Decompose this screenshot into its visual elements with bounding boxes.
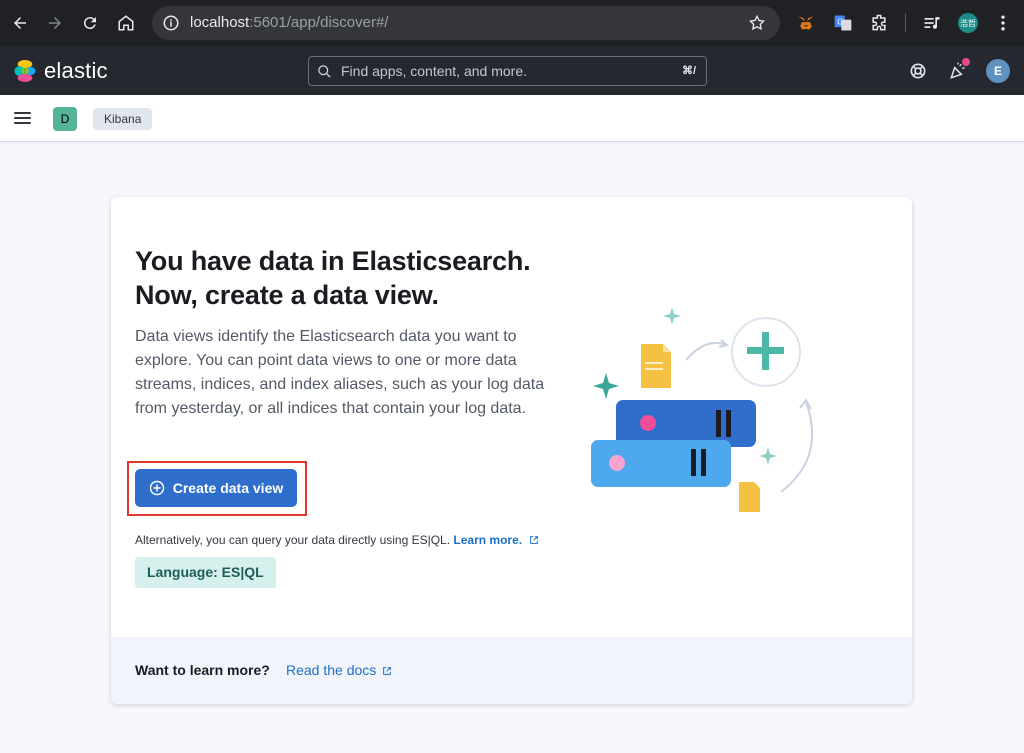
title-line-2: Now, create a data view. [135, 280, 439, 310]
elastic-logo[interactable]: elastic [12, 58, 108, 84]
global-search[interactable]: ⌘/ [308, 56, 707, 86]
create-data-view-label: Create data view [172, 480, 284, 496]
read-docs-link[interactable]: Read the docs [286, 662, 392, 678]
arrow-left-icon [14, 17, 26, 29]
footer-question: Want to learn more? [135, 662, 270, 678]
page-title: You have data in Elasticsearch. Now, cre… [135, 244, 565, 312]
breadcrumb-kibana[interactable]: Kibana [93, 108, 153, 130]
user-avatar[interactable]: E [986, 59, 1010, 83]
menu-bar-icon [14, 122, 31, 124]
reload-icon [83, 17, 96, 30]
read-docs-label: Read the docs [286, 662, 377, 678]
browser-profile-avatar[interactable]: 浩哲 [958, 13, 978, 33]
alternative-label: Alternatively, you can query your data d… [135, 533, 451, 547]
info-icon[interactable] [162, 14, 180, 32]
create-data-view-button[interactable]: Create data view [135, 469, 297, 507]
metamask-extension-icon[interactable] [795, 12, 817, 34]
home-icon [118, 15, 134, 31]
toolbar-divider [905, 14, 906, 32]
notification-dot [962, 58, 970, 66]
svg-text:G: G [837, 18, 843, 27]
plus-circle-icon [149, 480, 164, 496]
search-input[interactable] [341, 61, 661, 81]
back-button[interactable] [6, 9, 34, 37]
extensions-puzzle-icon[interactable] [868, 12, 890, 34]
title-line-1: You have data in Elasticsearch. [135, 246, 531, 276]
menu-toggle-button[interactable] [14, 109, 36, 129]
description-text: Data views identify the Elasticsearch da… [135, 328, 545, 417]
more-vertical-icon[interactable] [992, 12, 1014, 34]
browser-toolbar: localhost:5601/app/discover#/ G 浩哲 [0, 0, 1024, 46]
search-shortcut-hint: ⌘/ [681, 65, 696, 77]
reload-button[interactable] [76, 9, 104, 37]
bookmark-star-icon[interactable] [748, 14, 766, 32]
logo-text: elastic [44, 58, 108, 83]
help-lifebuoy-icon[interactable] [908, 61, 928, 81]
menu-bar-icon [14, 117, 31, 119]
url-text[interactable]: localhost:5601/app/discover#/ [190, 14, 388, 31]
arrow-right-icon [49, 17, 61, 29]
external-link-icon [530, 536, 539, 544]
translate-extension-icon[interactable]: G [832, 12, 854, 34]
language-esql-badge[interactable]: Language: ES|QL [135, 557, 276, 588]
data-view-illustration-icon [591, 307, 814, 512]
menu-bar-icon [14, 112, 31, 114]
esql-alternative-text: Alternatively, you can query your data d… [135, 533, 539, 547]
search-icon [318, 65, 331, 78]
url-host: localhost [190, 14, 250, 31]
forward-button[interactable] [41, 9, 69, 37]
kibana-subheader: D Kibana [0, 95, 1024, 142]
learn-more-footer: Want to learn more? Read the docs [111, 637, 912, 704]
learn-more-link[interactable]: Learn more. [453, 533, 522, 547]
home-button[interactable] [112, 9, 140, 37]
address-bar[interactable]: localhost:5601/app/discover#/ [152, 6, 780, 40]
external-link-icon [383, 667, 392, 675]
media-controls-icon[interactable] [921, 12, 943, 34]
url-path: :5601/app/discover#/ [249, 14, 389, 31]
elastic-logo-icon [14, 60, 36, 82]
space-avatar[interactable]: D [53, 107, 77, 131]
kibana-header: elastic ⌘/ E [0, 46, 1024, 95]
no-data-view-panel: You have data in Elasticsearch. Now, cre… [111, 197, 912, 704]
